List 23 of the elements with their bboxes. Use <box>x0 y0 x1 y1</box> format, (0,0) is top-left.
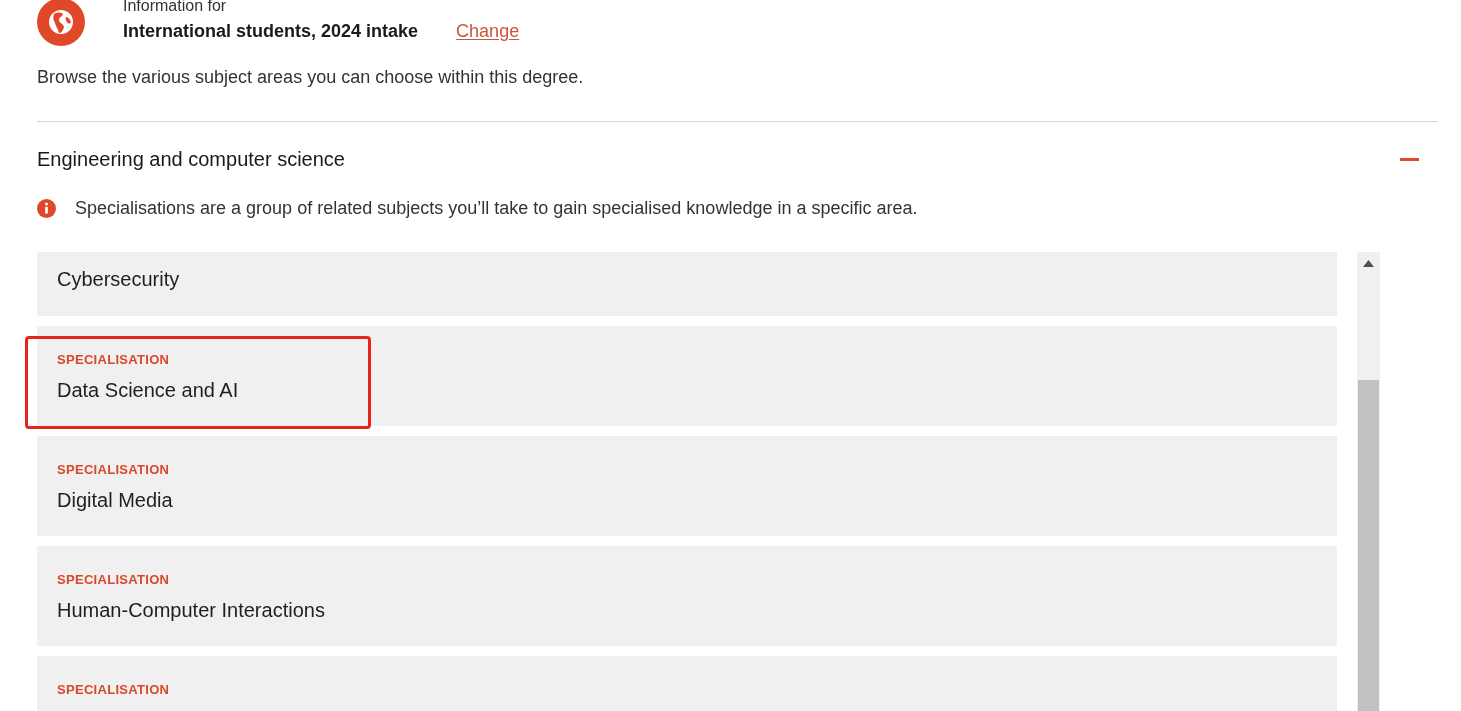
scrollbar-track[interactable] <box>1357 252 1380 711</box>
audience-caption: Information for <box>123 0 228 15</box>
card-title: Human-Computer Interactions <box>57 598 326 623</box>
note-text: Specialisations are a group of related subjects you’ll take to gain specialised knowledge in a specific area. <box>75 197 918 220</box>
audience-value: International students, 2024 intake <box>123 20 419 43</box>
card-label: SPECIALISATION <box>57 462 171 478</box>
scrollbar-thumb[interactable] <box>1358 380 1379 711</box>
intro-text: Browse the various subject areas you can choose within this degree. <box>37 66 585 89</box>
scroll-up-icon[interactable] <box>1363 260 1374 267</box>
specialisation-card[interactable]: SPECIALISATION Human-Computer Interactions <box>37 546 1337 646</box>
section-title[interactable]: Engineering and computer science <box>37 145 345 173</box>
info-icon <box>37 198 56 218</box>
specialisation-card[interactable]: SPECIALISATION Digital Media <box>37 436 1337 536</box>
card-title: Cybersecurity <box>57 267 181 292</box>
specialisation-card[interactable]: SPECIALISATION <box>37 656 1337 711</box>
specialisation-card[interactable]: Cybersecurity <box>37 252 1337 316</box>
change-link[interactable]: Change <box>456 19 520 43</box>
card-title: Digital Media <box>57 488 174 513</box>
globe-icon <box>37 0 85 46</box>
card-label: SPECIALISATION <box>57 572 171 588</box>
card-title: Data Science and AI <box>57 378 240 403</box>
card-label: SPECIALISATION <box>57 352 171 368</box>
card-label: SPECIALISATION <box>57 682 171 698</box>
